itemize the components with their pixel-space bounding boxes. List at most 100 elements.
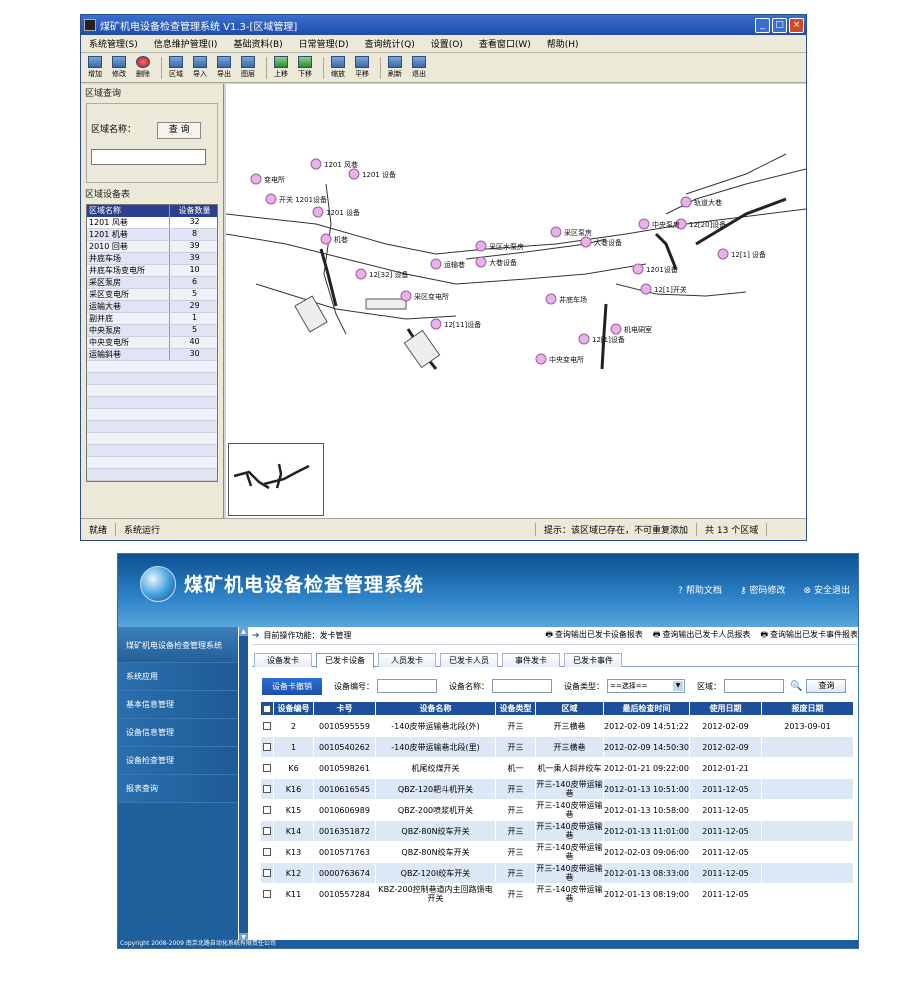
move-down-button[interactable]: 下移 [295, 55, 315, 81]
nav-device-check[interactable]: 设备检查管理 [118, 747, 238, 775]
header-device-count[interactable]: 设备数量 [170, 205, 217, 217]
tab-issued-events[interactable]: 已发卡事件 [564, 653, 622, 667]
cell-select[interactable] [260, 799, 274, 821]
row-checkbox[interactable] [263, 722, 271, 730]
row-checkbox[interactable] [263, 764, 271, 772]
device-marker[interactable] [550, 226, 562, 238]
search-button[interactable]: 查询 [806, 679, 847, 693]
row-checkbox[interactable] [263, 743, 271, 751]
safe-exit-link[interactable]: ⊗ 安全退出 [803, 583, 850, 596]
list-item[interactable]: 中央泵房 5 [87, 325, 217, 337]
table-row[interactable]: K6 0010598261 机尾绞煤开关 机一 机一乘人斜井绞车 2012-01-21 0… [260, 757, 854, 779]
minimap[interactable] [228, 443, 324, 516]
tab-event-card[interactable]: 事件发卡 [502, 653, 560, 667]
table-row[interactable]: K13 0010571763 QBZ-80N绞车开关 开三 开三-140皮带运输巷 201… [260, 841, 854, 863]
nav-report[interactable]: 报表查询 [118, 775, 238, 803]
area-button[interactable]: 区域 [166, 55, 186, 81]
area-name-input[interactable] [91, 149, 206, 165]
table-row[interactable]: K14 0016351872 QBZ-80N绞车开关 开三 开三-140皮带运输巷 201… [260, 820, 854, 842]
device-marker[interactable] [632, 263, 644, 275]
cell-select[interactable] [260, 883, 274, 905]
list-item[interactable]: 运输斜巷 30 [87, 349, 217, 361]
cell-select[interactable] [260, 820, 274, 842]
menu-window[interactable]: 查看窗口(W) [471, 37, 539, 50]
header-area[interactable]: 区域 [535, 701, 604, 716]
change-password-link[interactable]: ⚷ 密码修改 [740, 583, 786, 596]
tab-issued-persons[interactable]: 已发卡人员 [440, 653, 498, 667]
import-button[interactable]: 导入 [190, 55, 210, 81]
report-link-persons[interactable]: 🖶 查询输出已发卡人员报表 [653, 629, 751, 643]
device-marker[interactable] [580, 236, 592, 248]
cell-select[interactable] [260, 736, 274, 758]
device-marker[interactable] [400, 290, 412, 302]
header-area-name[interactable]: 区域名称 [87, 205, 171, 217]
add-button[interactable]: 增加 [85, 55, 105, 81]
row-checkbox[interactable] [263, 827, 271, 835]
query-button[interactable]: 查 询 [157, 122, 202, 139]
device-marker[interactable] [355, 268, 367, 280]
device-marker[interactable] [717, 248, 729, 260]
close-icon[interactable]: × [789, 17, 804, 33]
device-marker[interactable] [680, 196, 692, 208]
table-row[interactable]: 1 0010540262 -140皮带运输巷北段(里) 开三 开三横巷 2012-02-0… [260, 736, 854, 758]
row-checkbox[interactable] [263, 785, 271, 793]
device-name-input[interactable] [492, 679, 552, 693]
device-marker[interactable] [250, 173, 262, 185]
device-marker[interactable] [312, 206, 324, 218]
cell-select[interactable] [260, 841, 274, 863]
row-checkbox[interactable] [263, 848, 271, 856]
search-icon[interactable]: 🔍 [790, 681, 802, 692]
header-last-check[interactable]: 最后检查时间 [603, 701, 690, 716]
list-item[interactable]: 1201 风巷 32 [87, 217, 217, 229]
device-marker[interactable] [265, 193, 277, 205]
table-row[interactable]: K12 0000763674 QBZ-120I绞车开关 开三 开三-140皮带运输巷 20… [260, 862, 854, 884]
move-up-button[interactable]: 上移 [271, 55, 291, 81]
header-scrap-date[interactable]: 报废日期 [761, 701, 854, 716]
row-checkbox[interactable] [263, 890, 271, 898]
device-code-input[interactable] [377, 679, 437, 693]
tab-person-card[interactable]: 人员发卡 [378, 653, 436, 667]
device-marker[interactable] [545, 293, 557, 305]
header-use-date[interactable]: 使用日期 [689, 701, 762, 716]
export-button[interactable]: 导出 [214, 55, 234, 81]
menu-daily[interactable]: 日常管理(D) [291, 37, 357, 50]
edit-button[interactable]: 修改 [109, 55, 129, 81]
list-item[interactable]: 井底车场 39 [87, 253, 217, 265]
list-item[interactable]: 采区变电所 5 [87, 289, 217, 301]
table-row[interactable]: K15 0010606989 QBZ-200喷浆机开关 开三 开三-140皮带运输巷 20… [260, 799, 854, 821]
nav-system[interactable]: 系统应用 [118, 663, 238, 691]
scroll-up-icon[interactable]: ▲ [239, 627, 248, 636]
table-row[interactable]: 2 0010595559 -140皮带运输巷北段(外) 开三 开三横巷 2012-02-0… [260, 715, 854, 737]
header-card-no[interactable]: 卡号 [313, 701, 376, 716]
pan-button[interactable]: 平移 [352, 55, 372, 81]
menu-info[interactable]: 信息维护管理(I) [146, 37, 226, 50]
table-row[interactable]: K16 0010616545 QBZ-120耙斗机开关 开三 开三-140皮带运输巷 20… [260, 778, 854, 800]
area-input[interactable] [724, 679, 784, 693]
report-link-devices[interactable]: 🖶 查询输出已发卡设备报表 [545, 629, 643, 643]
menu-query[interactable]: 查询统计(Q) [357, 37, 423, 50]
refresh-button[interactable]: 刷新 [385, 55, 405, 81]
device-marker[interactable] [535, 353, 547, 365]
header-device-type[interactable]: 设备类型 [495, 701, 536, 716]
cell-select[interactable] [260, 757, 274, 779]
select-all-checkbox[interactable] [263, 704, 271, 713]
layer-button[interactable]: 图层 [238, 55, 258, 81]
revoke-card-button[interactable]: 设备卡撤销 [262, 677, 322, 695]
device-marker[interactable] [348, 168, 360, 180]
list-item[interactable]: 2010 回巷 39 [87, 241, 217, 253]
report-link-events[interactable]: 🖶 查询输出已发卡事件报表 [760, 629, 858, 643]
nav-basic-info[interactable]: 基本信息管理 [118, 691, 238, 719]
cell-select[interactable] [260, 862, 274, 884]
list-item[interactable]: 运输大巷 29 [87, 301, 217, 313]
header-device-code[interactable]: 设备编号 [273, 701, 314, 716]
header-device-name[interactable]: 设备名称 [375, 701, 496, 716]
menu-help[interactable]: 帮助(H) [539, 37, 587, 50]
header-select-all[interactable] [260, 701, 274, 716]
device-marker[interactable] [640, 283, 652, 295]
device-marker[interactable] [578, 333, 590, 345]
tab-device-card[interactable]: 设备发卡 [254, 653, 312, 667]
help-doc-link[interactable]: ? 帮助文档 [678, 583, 722, 596]
device-marker[interactable] [610, 323, 622, 335]
device-marker[interactable] [638, 218, 650, 230]
maximize-icon[interactable]: □ [772, 17, 787, 33]
